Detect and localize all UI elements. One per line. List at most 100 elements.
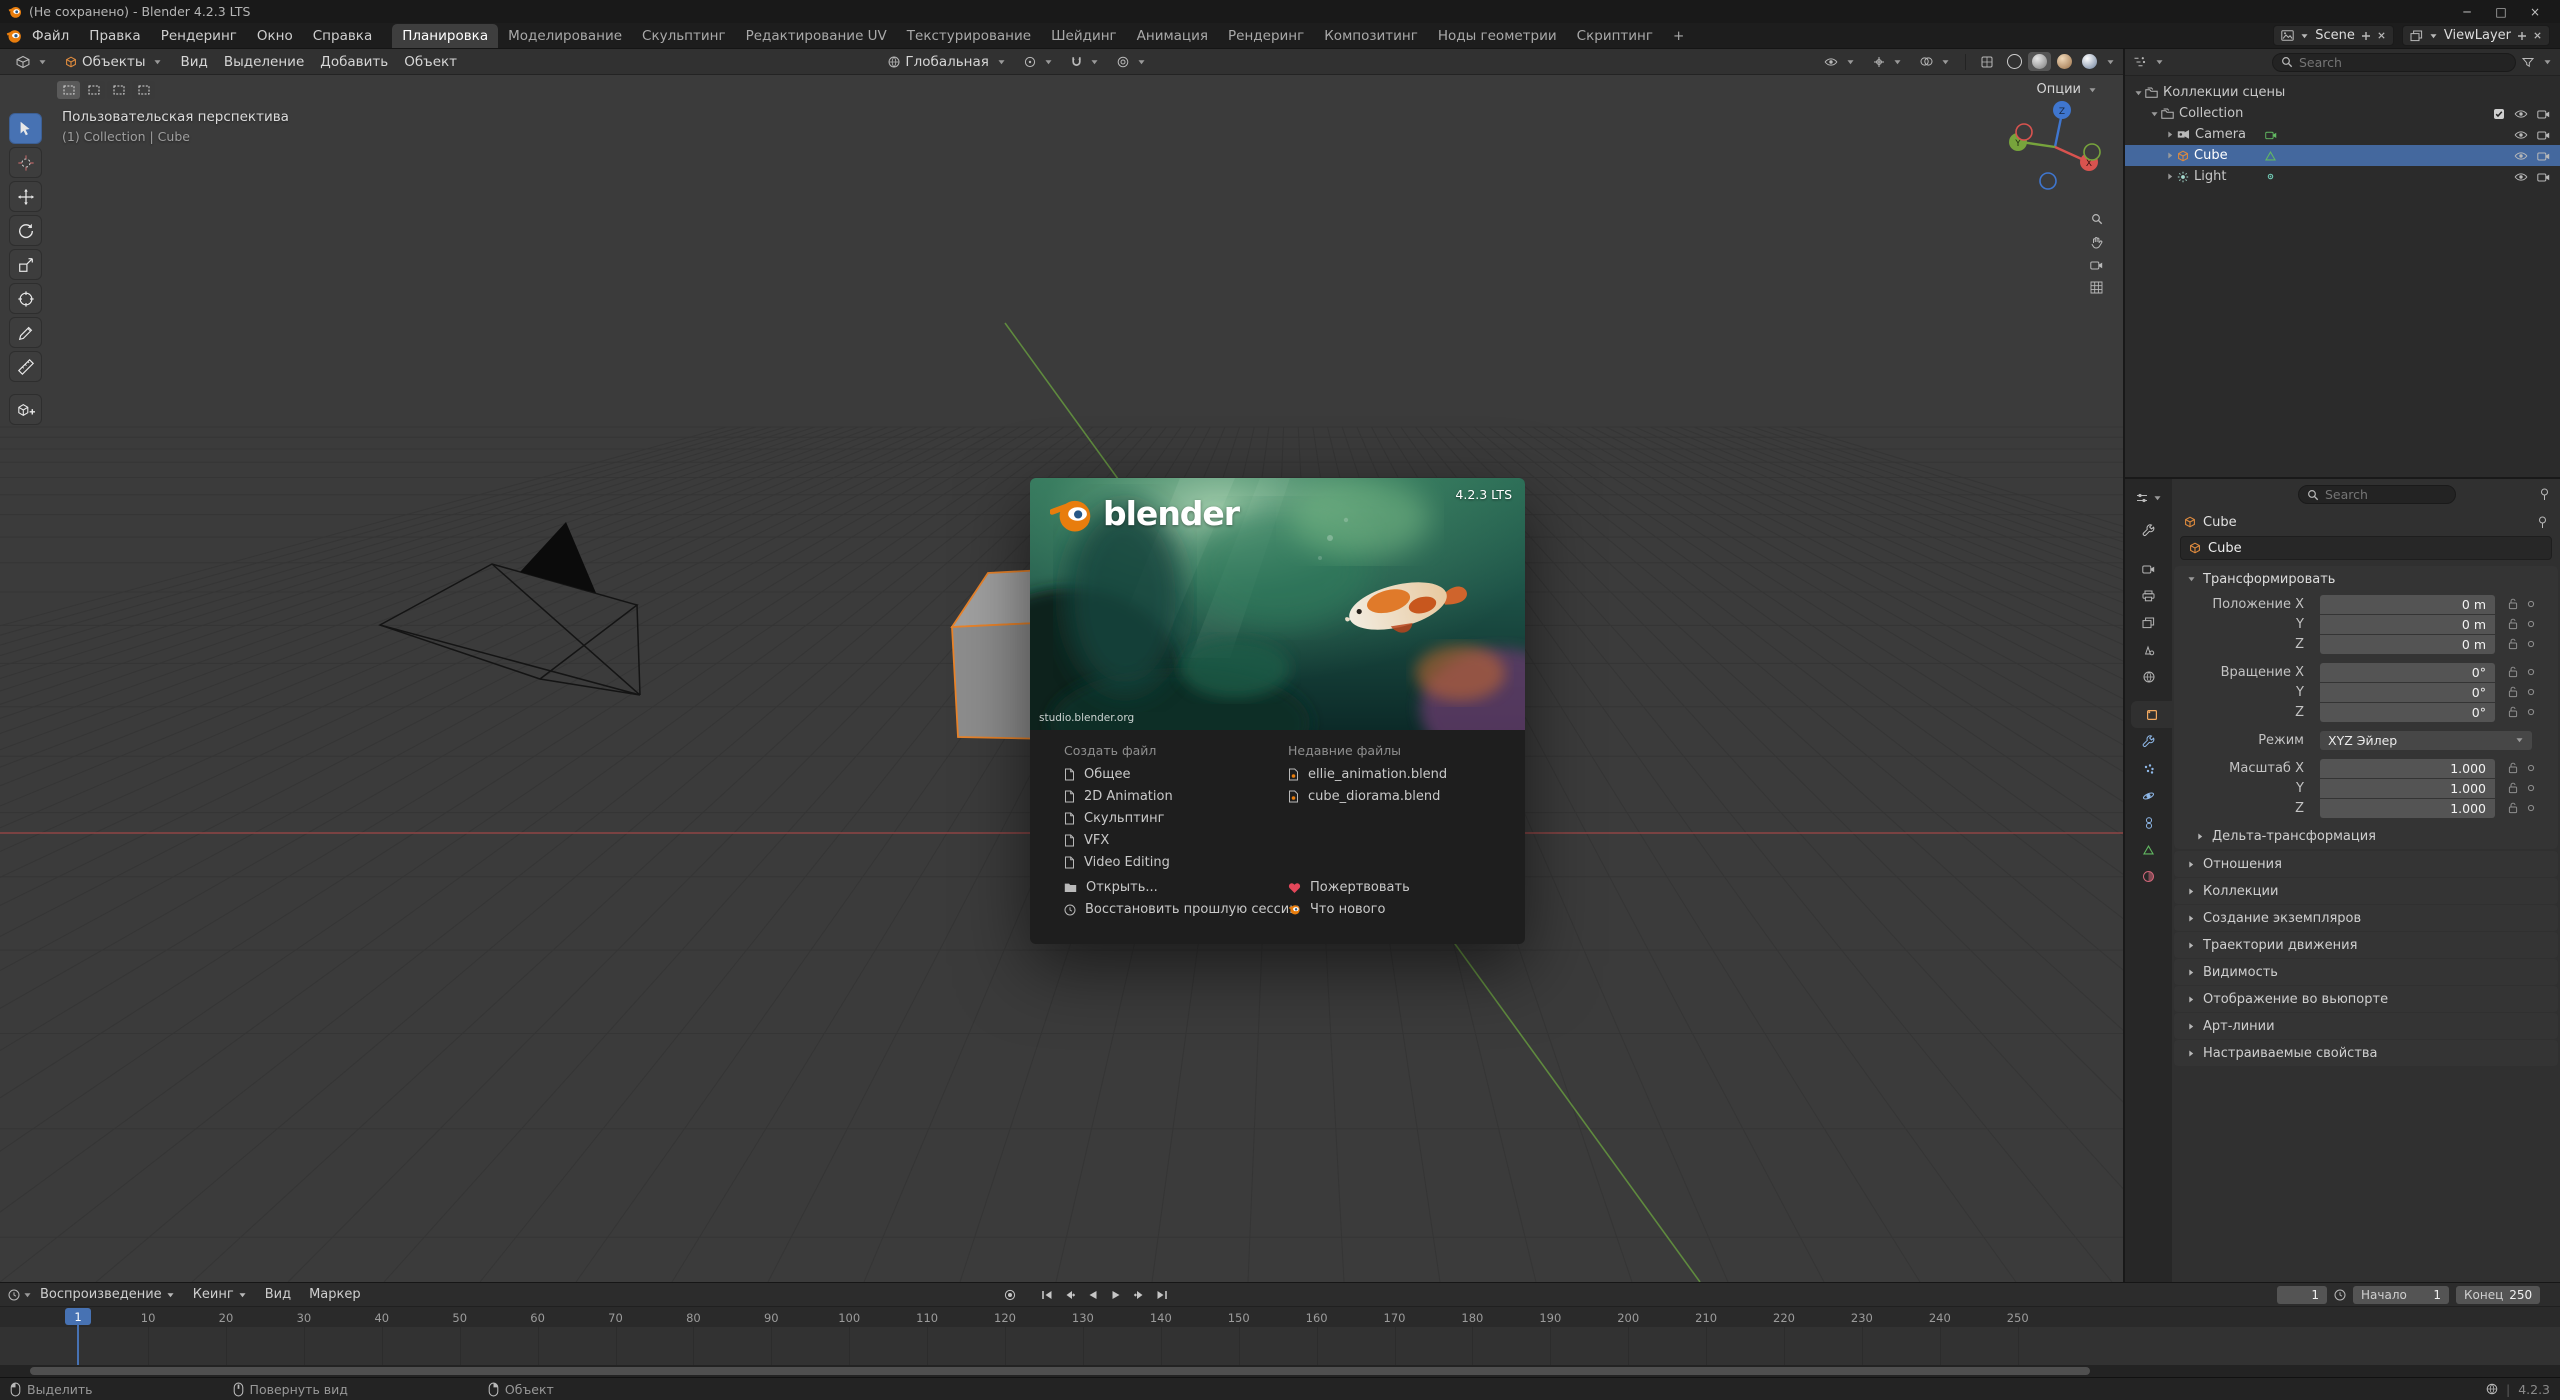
whats-new-link[interactable]: Что нового bbox=[1288, 902, 1503, 917]
viewport-menu-2[interactable]: Добавить bbox=[312, 52, 396, 72]
new-file-item-1[interactable]: 2D Animation bbox=[1064, 789, 1272, 804]
animate-dot-icon[interactable] bbox=[2527, 640, 2535, 648]
properties-section-5[interactable]: Отображение во вьюпорте bbox=[2174, 986, 2558, 1012]
pin-icon[interactable] bbox=[2537, 516, 2548, 529]
workspace-tab-10[interactable]: Скриптинг bbox=[1567, 24, 1663, 48]
timeline-scrollbar-thumb[interactable] bbox=[30, 1367, 2090, 1375]
menubar-menu-0[interactable]: Файл bbox=[22, 25, 79, 47]
viewport-menu-0[interactable]: Вид bbox=[172, 52, 215, 72]
auto-keyframe-toggle[interactable] bbox=[1000, 1286, 1020, 1304]
properties-section-3[interactable]: Траектории движения bbox=[2174, 932, 2558, 958]
tool-add-cube-button[interactable] bbox=[9, 394, 42, 425]
recover-session-link[interactable]: Восстановить прошлую сессию bbox=[1064, 902, 1272, 917]
workspace-tab-0[interactable]: Планировка bbox=[392, 24, 498, 48]
playhead-line[interactable] bbox=[77, 1323, 79, 1365]
next-keyframe-button[interactable] bbox=[1129, 1286, 1149, 1304]
gizmos-toggle[interactable] bbox=[1865, 54, 1910, 70]
lock-icon[interactable] bbox=[2508, 762, 2518, 774]
filter-funnel-icon[interactable] bbox=[2522, 57, 2534, 68]
object-visibility-dropdown[interactable] bbox=[1816, 55, 1863, 69]
delta-transform-section[interactable]: Дельта-трансформация bbox=[2174, 824, 2558, 849]
tool-transform-button[interactable] bbox=[9, 283, 42, 314]
viewport-menu-1[interactable]: Выделение bbox=[216, 52, 312, 72]
select-mode-intersect-button[interactable] bbox=[132, 81, 155, 99]
render-visibility-icon[interactable] bbox=[2537, 151, 2550, 161]
properties-tab-render[interactable] bbox=[2125, 555, 2172, 582]
workspace-tab-5[interactable]: Шейдинг bbox=[1041, 24, 1127, 48]
render-visibility-icon[interactable] bbox=[2537, 108, 2550, 120]
viewport-camera-view-icon[interactable] bbox=[2090, 260, 2103, 270]
object-name-field[interactable]: Cube bbox=[2180, 536, 2552, 560]
workspace-tab-3[interactable]: Редактирование UV bbox=[736, 24, 897, 48]
outliner-row-cube[interactable]: Cube bbox=[2125, 145, 2560, 166]
timeline-menu-2[interactable]: Вид bbox=[257, 1285, 299, 1304]
properties-section-6[interactable]: Арт-линии bbox=[2174, 1013, 2558, 1039]
rotation-mode-dropdown[interactable]: XYZ Эйлер bbox=[2320, 731, 2532, 750]
menubar-menu-1[interactable]: Правка bbox=[79, 25, 150, 47]
shading-wireframe-button[interactable] bbox=[2003, 52, 2026, 71]
new-file-item-0[interactable]: Общее bbox=[1064, 767, 1272, 782]
transform-rotation-field-1[interactable]: 0° bbox=[2320, 683, 2495, 702]
donate-link[interactable]: Пожертвовать bbox=[1288, 880, 1503, 895]
recent-file-item-1[interactable]: cube_diorama.blend bbox=[1288, 789, 1503, 804]
outliner-editor-icon[interactable] bbox=[2133, 56, 2146, 68]
workspace-tab-2[interactable]: Скульптинг bbox=[632, 24, 736, 48]
transform-location-field-0[interactable]: 0 m bbox=[2320, 595, 2495, 614]
transform-orientation-selector[interactable]: Глобальная bbox=[880, 52, 1014, 72]
workspace-tab-8[interactable]: Композитинг bbox=[1314, 24, 1428, 48]
lock-icon[interactable] bbox=[2508, 666, 2518, 678]
eye-visibility-icon[interactable] bbox=[2514, 130, 2528, 140]
lock-icon[interactable] bbox=[2508, 686, 2518, 698]
open-file-link[interactable]: Открыть... bbox=[1064, 880, 1272, 895]
properties-section-1[interactable]: Коллекции bbox=[2174, 878, 2558, 904]
properties-tab-tool[interactable] bbox=[2125, 517, 2172, 544]
timeline-body[interactable]: 1020304050607080901001101201301401501601… bbox=[0, 1307, 2560, 1377]
timeline-menu-3[interactable]: Маркер bbox=[301, 1285, 369, 1304]
properties-tab-output[interactable] bbox=[2125, 582, 2172, 609]
app-menu-blender-icon[interactable] bbox=[6, 28, 22, 44]
menubar-menu-4[interactable]: Справка bbox=[303, 25, 382, 47]
select-mode-subtract-button[interactable] bbox=[107, 81, 130, 99]
playhead[interactable]: 1 bbox=[65, 1308, 91, 1325]
xray-toggle[interactable] bbox=[1973, 54, 2001, 70]
transform-rotation-field-0[interactable]: 0° bbox=[2320, 663, 2495, 682]
properties-section-2[interactable]: Создание экземпляров bbox=[2174, 905, 2558, 931]
viewport-zoom-icon[interactable] bbox=[2091, 213, 2103, 225]
lock-icon[interactable] bbox=[2508, 618, 2518, 630]
menubar-menu-2[interactable]: Рендеринг bbox=[151, 25, 247, 47]
transform-rotation-field-2[interactable]: 0° bbox=[2320, 703, 2495, 722]
animate-dot-icon[interactable] bbox=[2527, 708, 2535, 716]
overlays-toggle[interactable] bbox=[1912, 54, 1958, 69]
play-reverse-button[interactable] bbox=[1083, 1286, 1103, 1304]
viewlayer-selector[interactable]: ViewLayer bbox=[2402, 25, 2550, 46]
chevron-down-icon[interactable] bbox=[2131, 89, 2145, 97]
lock-icon[interactable] bbox=[2508, 706, 2518, 718]
animate-dot-icon[interactable] bbox=[2527, 764, 2535, 772]
workspace-tab-1[interactable]: Моделирование bbox=[498, 24, 632, 48]
new-file-item-2[interactable]: Скульптинг bbox=[1064, 811, 1272, 826]
add-workspace-button[interactable]: + bbox=[1663, 24, 1694, 48]
minimize-button[interactable]: ─ bbox=[2450, 5, 2484, 19]
viewport-canvas[interactable]: Опции Пользовательская перспектива (1) C… bbox=[0, 75, 2123, 1282]
lock-icon[interactable] bbox=[2508, 638, 2518, 650]
lock-icon[interactable] bbox=[2508, 598, 2518, 610]
timeline-menu-0[interactable]: Воспроизведение bbox=[32, 1285, 183, 1304]
properties-tab-data[interactable] bbox=[2125, 836, 2172, 863]
pin-icon[interactable] bbox=[2539, 488, 2550, 501]
scene-selector[interactable]: Scene bbox=[2273, 25, 2394, 46]
current-frame-field[interactable]: 1 bbox=[2277, 1286, 2327, 1304]
frame-start-field[interactable]: Начало1 bbox=[2353, 1286, 2449, 1304]
animate-dot-icon[interactable] bbox=[2527, 620, 2535, 628]
outliner-search-input[interactable] bbox=[2299, 55, 2507, 70]
recent-file-item-0[interactable]: ellie_animation.blend bbox=[1288, 767, 1503, 782]
outliner-row-light[interactable]: Light bbox=[2125, 166, 2560, 187]
properties-editor-icon[interactable] bbox=[2136, 492, 2148, 504]
viewport-ortho-toggle-icon[interactable] bbox=[2090, 281, 2103, 294]
editor-type-selector[interactable] bbox=[8, 53, 55, 71]
select-mode-set-button[interactable] bbox=[57, 81, 80, 99]
workspace-tab-7[interactable]: Рендеринг bbox=[1218, 24, 1314, 48]
tool-scale-button[interactable] bbox=[9, 249, 42, 280]
new-file-item-4[interactable]: Video Editing bbox=[1064, 855, 1272, 870]
transform-location-field-2[interactable]: 0 m bbox=[2320, 635, 2495, 654]
lock-icon[interactable] bbox=[2508, 802, 2518, 814]
